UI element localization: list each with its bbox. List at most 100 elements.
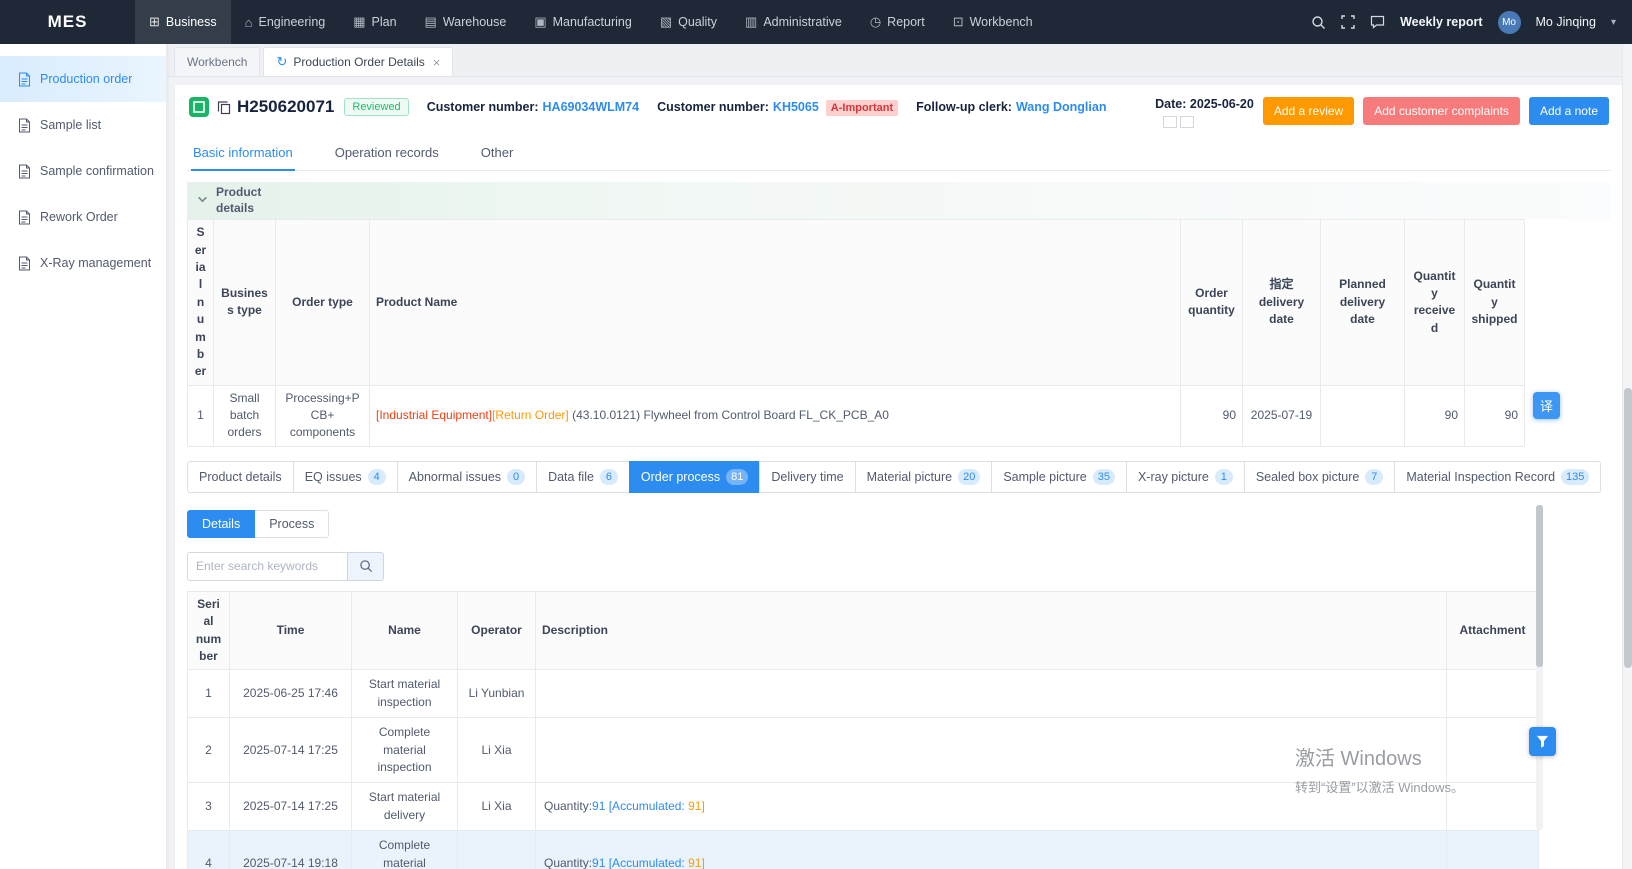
segment-details[interactable]: Details — [187, 510, 255, 538]
column-header-quantity-shipped: Quantity shipped — [1465, 220, 1525, 386]
document-icon — [18, 164, 31, 179]
mini-box-2[interactable] — [1180, 116, 1194, 128]
cell: 2025-07-19 — [1243, 385, 1321, 446]
column-header-quantity-received: Quantity received — [1405, 220, 1465, 386]
segment-process[interactable]: Process — [255, 510, 329, 538]
username[interactable]: Mo Jinqing — [1536, 15, 1596, 29]
pill-label: X-ray picture — [1138, 470, 1209, 484]
topnav-item-workbench[interactable]: ⊡Workbench — [939, 0, 1047, 44]
pill-tab-abnormal-issues[interactable]: Abnormal issues0 — [397, 461, 537, 493]
pill-tab-sample-picture[interactable]: Sample picture35 — [991, 461, 1127, 493]
pill-tab-data-file[interactable]: Data file6 — [536, 461, 630, 493]
count-badge: 35 — [1093, 469, 1115, 485]
topnav-item-administrative[interactable]: ▥Administrative — [731, 0, 856, 44]
topnav-item-warehouse[interactable]: ▤Warehouse — [411, 0, 521, 44]
pill-tab-delivery-time[interactable]: Delivery time — [759, 461, 855, 493]
tab-production-order-details[interactable]: ↻Production Order Details× — [263, 47, 453, 76]
field-value[interactable]: Wang Donglian — [1016, 100, 1107, 114]
tab-workbench[interactable]: Workbench — [174, 47, 260, 76]
count-badge: 1 — [1215, 469, 1233, 485]
sidebar-item-production-order[interactable]: Production order — [0, 56, 166, 102]
sidebar-item-label: Production order — [40, 72, 132, 86]
header-field-1: Customer number:HA69034WLM74 — [427, 100, 639, 114]
topnav-item-engineering[interactable]: ⌂Engineering — [231, 0, 340, 44]
fullscreen-icon[interactable] — [1341, 15, 1355, 29]
cell: Complete material dispatch — [352, 831, 458, 869]
cell — [458, 831, 536, 869]
cell: [Industrial Equipment][Return Order] (43… — [370, 385, 1181, 446]
mini-box-1[interactable] — [1163, 116, 1177, 128]
column-header-order-quantity: Order quantity — [1181, 220, 1243, 386]
sidebar-item-sample-confirmation-list[interactable]: Sample confirmation list — [0, 148, 166, 194]
pill-tabs: Product details EQ issues 4 Abnormal issues… — [187, 461, 1611, 493]
topnav-item-label: Quality — [678, 15, 717, 29]
sidebar-item-x-ray-management[interactable]: X-Ray management — [0, 240, 166, 286]
cell: 1 — [188, 670, 230, 718]
sidebar-item-rework-order[interactable]: Rework Order — [0, 194, 166, 240]
pill-label: Product details — [199, 470, 282, 484]
funnel-icon — [1536, 735, 1549, 748]
order-header-left: H250620071 Reviewed Customer number:HA69… — [189, 97, 1143, 117]
field-value[interactable]: HA69034WLM74 — [543, 100, 640, 114]
page-scrollbar-thumb[interactable] — [1624, 388, 1632, 668]
topnav-item-quality[interactable]: ▧Quality — [646, 0, 731, 44]
table-row[interactable]: 22025-07-14 17:25Complete material inspe… — [188, 718, 1539, 783]
table-row[interactable]: 12025-06-25 17:46Start material inspecti… — [188, 670, 1539, 718]
topnav-item-business[interactable]: ⊞Business — [135, 0, 231, 44]
refresh-icon[interactable]: ↻ — [276, 54, 287, 70]
search-input[interactable] — [187, 552, 347, 581]
tab-basic-information[interactable]: Basic information — [191, 138, 295, 171]
page-scrollbar[interactable] — [1622, 44, 1632, 869]
pill-tab-eq-issues[interactable]: EQ issues 4 — [293, 461, 398, 493]
add-a-note-button[interactable]: Add a note — [1529, 97, 1609, 125]
topnav-right: Weekly report Mo Mo Jinqing ▾ — [1311, 0, 1632, 44]
topnav-item-manufacturing[interactable]: ▣Manufacturing — [520, 0, 646, 44]
table-scrollbar[interactable] — [1536, 505, 1543, 830]
product-details-section-header[interactable]: Product details — [187, 182, 1611, 219]
topnav-item-report[interactable]: ◷Report — [856, 0, 939, 44]
pill-tab-material-inspection-record[interactable]: Material Inspection Record135 — [1394, 461, 1601, 493]
order-number: H250620071 — [237, 97, 334, 117]
topnav-item-label: Workbench — [970, 15, 1033, 29]
tab-other[interactable]: Other — [479, 138, 516, 170]
add-a-review-button[interactable]: Add a review — [1263, 97, 1354, 125]
table-row[interactable]: 32025-07-14 17:25Start material delivery… — [188, 783, 1539, 831]
table-scrollbar-thumb[interactable] — [1536, 505, 1543, 667]
cell: 90 — [1405, 385, 1465, 446]
pill-tab-product-details[interactable]: Product details — [187, 461, 294, 493]
cell: 2 — [188, 718, 230, 783]
search-button[interactable] — [347, 552, 384, 581]
sidebar-item-label: X-Ray management — [40, 256, 151, 270]
pill-tab-sealed-box-picture[interactable]: Sealed box picture7 — [1244, 461, 1396, 493]
order-header: H250620071 Reviewed Customer number:HA69… — [187, 93, 1611, 138]
search-icon[interactable] — [1311, 15, 1326, 30]
sidebar-item-label: Sample list — [40, 118, 101, 132]
table-row[interactable]: 42025-07-14 19:18Complete material dispa… — [188, 831, 1539, 869]
pill-label: Abnormal issues — [409, 470, 501, 484]
cell — [536, 718, 1447, 783]
main: Workbench↻Production Order Details× H250… — [167, 44, 1632, 869]
copy-icon[interactable] — [217, 100, 231, 115]
cell: 3 — [188, 783, 230, 831]
column-header-operator: Operator — [458, 591, 536, 670]
pill-tab-material-picture[interactable]: Material picture20 — [855, 461, 993, 493]
translate-button[interactable]: 译 — [1533, 392, 1560, 419]
pill-tab-order-process[interactable]: Order process81 — [629, 461, 760, 493]
topnav-item-plan[interactable]: ▦Plan — [339, 0, 410, 44]
table-row[interactable]: 1Small batch ordersProcessing+PCB+ compo… — [188, 385, 1525, 446]
count-badge: 81 — [726, 469, 748, 485]
add-customer-complaints-button[interactable]: Add customer complaints — [1363, 97, 1520, 125]
pill-label: EQ issues — [305, 470, 362, 484]
pill-tab-x-ray-picture[interactable]: X-ray picture 1 — [1126, 461, 1245, 493]
message-icon[interactable] — [1370, 15, 1385, 29]
weekly-report-link[interactable]: Weekly report — [1400, 15, 1482, 29]
tab-operation-records[interactable]: Operation records — [333, 138, 441, 170]
header-actions: Add a review Add customer complaints Add a… — [1254, 97, 1609, 125]
avatar[interactable]: Mo — [1498, 11, 1521, 34]
field-value[interactable]: KH5065 — [773, 100, 819, 114]
sidebar-item-label: Rework Order — [40, 210, 118, 224]
close-icon[interactable]: × — [433, 55, 441, 70]
filter-button[interactable] — [1529, 727, 1556, 756]
sidebar-item-sample-list[interactable]: Sample list — [0, 102, 166, 148]
count-badge: 4 — [368, 469, 386, 485]
